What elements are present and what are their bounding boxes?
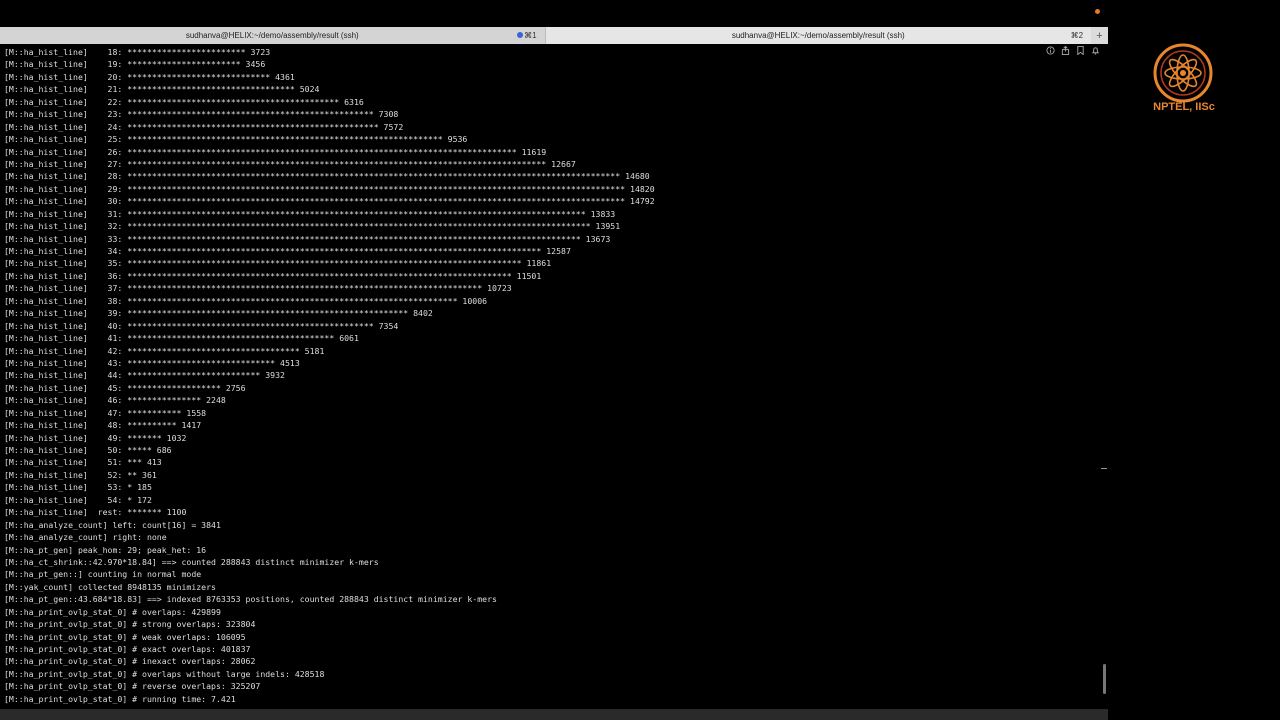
terminal-output[interactable]: [M::ha_hist_line] 18: ******************… [4,46,655,705]
scroll-marker [1101,468,1107,469]
terminal-line: [M::ha_hist_line] 28: ******************… [4,171,650,182]
terminal-line: [M::ha_hist_line] 19: ******************… [4,59,266,70]
terminal-line: [M::ha_analyze_count] left: count[16] = … [4,519,221,530]
terminal-line: [M::ha_hist_line] 37: ******************… [4,283,512,294]
terminal-line: [M::ha_hist_line] 23: ******************… [4,109,399,120]
terminal-line: [M::ha_pt_gen] peak_hom: 29; peak_het: 1… [4,544,207,555]
terminal-line: [M::ha_hist_line] 45: ******************… [4,382,246,393]
terminal-line: [M::ha_hist_line] 27: ******************… [4,158,576,169]
terminal-line: [M::yak_count] collected 8948135 minimiz… [4,581,216,592]
terminal-line: [M::ha_ct_shrink::42.970*18.84] ==> coun… [4,556,379,567]
terminal-line: [M::ha_hist_line] 49: ******* 1032 [4,432,187,443]
bell-icon[interactable] [1091,46,1100,55]
scrollbar-thumb[interactable] [1103,664,1106,694]
terminal-line: [M::ha_hist_line] 38: ******************… [4,295,488,306]
terminal-line: [M::ha_print_ovlp_stat_0] # reverse over… [4,681,261,692]
terminal-line: [M::ha_hist_line] 35: ******************… [4,258,552,269]
tab-2-title: sudhanva@HELIX:~/demo/assembly/result (s… [731,31,905,40]
terminal-line: [M::ha_hist_line] 41: ******************… [4,333,359,344]
active-indicator-icon [516,32,523,38]
terminal-line: [M::ha_hist_line] 39: ******************… [4,308,433,319]
tab-1[interactable]: sudhanva@HELIX:~/demo/assembly/result (s… [0,27,546,44]
terminal-line: [M::ha_hist_line] 42: ******************… [4,345,325,356]
terminal-line: [M::ha_print_ovlp_stat_0] # overlaps: 42… [4,606,221,617]
terminal-line: [M::ha_hist_line] 31: ******************… [4,208,616,219]
terminal-line: [M::ha_print_ovlp_stat_0] # inexact over… [4,656,256,667]
terminal-line: [M::ha_hist_line] 25: ******************… [4,134,468,145]
terminal-line: [M::ha_hist_line] 34: ******************… [4,246,571,256]
tab-2-shortcut: ⌘2 [1070,31,1084,40]
terminal-line: [M::ha_hist_line] 32: ******************… [4,221,621,232]
terminal-line: [M::ha_pt_gen::43.684*18.83] ==> indexed… [4,594,497,605]
terminal-line: [M::ha_print_ovlp_stat_0] # overlaps wit… [4,668,325,679]
terminal-line: [M::ha_hist_line] 51: *** 413 [4,457,162,468]
tab-2[interactable]: sudhanva@HELIX:~/demo/assembly/result (s… [545,27,1092,44]
terminal-line: [M::ha_hist_line] 47: *********** 1558 [4,407,207,418]
terminal-line: [M::ha_hist_line] 46: *************** 22… [4,395,226,406]
terminal-line: [M::ha_hist_line] 29: ******************… [4,183,655,194]
terminal-line: [M::ha_hist_line] 18: ******************… [4,47,271,57]
terminal-line: [M::ha_hist_line] 33: ******************… [4,233,611,244]
info-icon[interactable] [1046,46,1055,55]
terminal-line: [M::ha_hist_line] rest: ******* 1100 [4,507,187,518]
bookmark-icon[interactable] [1076,46,1085,55]
terminal-line: [M::ha_hist_line] 21: ******************… [4,84,320,95]
tab-bar: sudhanva@HELIX:~/demo/assembly/result (s… [0,27,1108,44]
recording-dot-icon [1095,9,1100,14]
terminal-line: [M::ha_hist_line] 36: ******************… [4,270,542,281]
terminal-line: [M::ha_hist_line] 43: ******************… [4,357,300,368]
terminal-line: [M::ha_hist_line] 40: ******************… [4,320,399,331]
share-icon[interactable] [1061,46,1070,55]
terminal-line: [M::ha_hist_line] 22: ******************… [4,96,364,107]
terminal-line: [M::ha_hist_line] 52: ** 361 [4,469,157,480]
terminal-line: [M::ha_print_ovlp_stat_0] # exact overla… [4,644,251,654]
terminal-line: [M::ha_hist_line] 50: ***** 686 [4,445,172,455]
terminal-line: [M::ha_print_ovlp_stat_0] # running time… [4,693,236,704]
terminal-line: [M::ha_hist_line] 48: ********** 1417 [4,420,202,431]
new-tab-button[interactable]: + [1091,27,1108,44]
terminal-line: [M::ha_hist_line] 53: * 185 [4,482,152,493]
terminal-line: [M::ha_pt_gen::] counting in normal mode [4,569,202,580]
status-bar [0,709,1108,720]
terminal-line: [M::ha_hist_line] 20: ******************… [4,71,295,82]
tab-1-shortcut: ⌘1 [524,31,537,40]
terminal-line: [M::ha_print_ovlp_stat_0] # strong overl… [4,619,256,630]
terminal-line: [M::ha_print_ovlp_stat_0] # weak overlap… [4,631,246,642]
terminal-window: sudhanva@HELIX:~/demo/assembly/result (s… [0,27,1108,720]
terminal-line: [M::ha_hist_line] 30: ******************… [4,196,655,207]
logo-text: NPTEL, IISc [1153,101,1215,113]
tab-1-title: sudhanva@HELIX:~/demo/assembly/result (s… [185,31,359,40]
terminal-line: [M::ha_hist_line] 24: ******************… [4,121,404,132]
terminal-toolbar [1046,46,1100,55]
terminal-line: [M::ha_hist_line] 44: ******************… [4,370,285,381]
terminal-line: [M::ha_hist_line] 26: ******************… [4,146,547,157]
terminal-line: [M::ha_analyze_count] right: none [4,532,167,543]
terminal-line: [M::ha_hist_line] 54: * 172 [4,494,152,505]
